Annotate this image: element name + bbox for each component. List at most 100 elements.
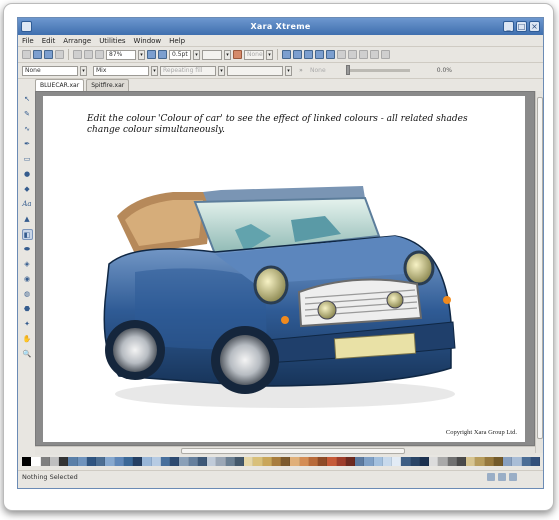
palette-swatch[interactable] — [308, 457, 318, 466]
palette-swatch[interactable] — [438, 457, 448, 466]
zoom-tool-icon[interactable] — [147, 50, 156, 59]
text-tool-icon[interactable]: Aa — [22, 199, 33, 210]
fill-type-select[interactable]: None — [22, 65, 78, 76]
title-bar[interactable]: Xara Xtreme _ □ × — [18, 18, 543, 35]
close-icon[interactable]: × — [529, 21, 540, 32]
stroke-dropdown-icon[interactable]: ▾ — [224, 49, 231, 60]
palette-swatch[interactable] — [197, 457, 207, 466]
new-icon[interactable] — [22, 50, 31, 59]
palette-swatch[interactable] — [188, 457, 198, 466]
palette-swatch[interactable] — [530, 457, 540, 466]
snap-magnet-icon[interactable] — [233, 50, 242, 59]
document-caption[interactable]: Edit the colour 'Colour of car' to see t… — [87, 114, 497, 136]
palette-swatch[interactable] — [31, 457, 41, 466]
palette-swatch[interactable] — [114, 457, 124, 466]
blend-tool-icon[interactable]: ⬬ — [22, 244, 33, 255]
tab-spitfire[interactable]: Spitfire.xar — [86, 79, 130, 91]
move-forward-icon[interactable] — [293, 50, 302, 59]
palette-swatch[interactable] — [281, 457, 291, 466]
menu-window[interactable]: Window — [134, 37, 162, 45]
palette-swatch[interactable] — [327, 457, 337, 466]
palette-swatch[interactable] — [86, 457, 96, 466]
palette-swatch[interactable] — [401, 457, 411, 466]
palette-swatch[interactable] — [68, 457, 78, 466]
minimize-icon[interactable]: _ — [503, 21, 514, 32]
palette-swatch[interactable] — [419, 457, 429, 466]
palette-swatch[interactable] — [59, 457, 69, 466]
palette-swatch[interactable] — [521, 457, 531, 466]
palette-swatch[interactable] — [105, 457, 115, 466]
open-icon[interactable] — [33, 50, 42, 59]
maximize-icon[interactable]: □ — [516, 21, 527, 32]
vertical-scroll-thumb[interactable] — [537, 97, 543, 439]
stroke-field[interactable] — [202, 49, 222, 60]
bring-to-front-icon[interactable] — [282, 50, 291, 59]
palette-swatch[interactable] — [364, 457, 374, 466]
live-effects-tool-icon[interactable]: ✦ — [22, 319, 33, 330]
vertical-scrollbar[interactable] — [535, 91, 543, 453]
palette-swatch[interactable] — [512, 457, 522, 466]
rectangle-tool-icon[interactable]: ▭ — [22, 154, 33, 165]
palette-swatch[interactable] — [234, 457, 244, 466]
palette-swatch[interactable] — [299, 457, 309, 466]
fill-type-dropdown-icon[interactable]: ▾ — [80, 65, 87, 76]
bevel-tool-icon[interactable]: ◍ — [22, 289, 33, 300]
palette-swatch[interactable] — [355, 457, 365, 466]
fill-profile-select[interactable] — [227, 65, 283, 76]
palette-swatch[interactable] — [493, 457, 503, 466]
combine-shapes-icon[interactable] — [348, 50, 357, 59]
menu-help[interactable]: Help — [169, 37, 185, 45]
palette-swatch[interactable] — [207, 457, 217, 466]
redo-icon[interactable] — [95, 50, 104, 59]
menu-utilities[interactable]: Utilities — [99, 37, 125, 45]
palette-swatch[interactable] — [133, 457, 143, 466]
move-backward-icon[interactable] — [304, 50, 313, 59]
palette-swatch[interactable] — [244, 457, 254, 466]
palette-swatch[interactable] — [271, 457, 281, 466]
transparency-arrow-icon[interactable]: » — [294, 67, 308, 74]
palette-swatch[interactable] — [410, 457, 420, 466]
palette-swatch[interactable] — [253, 457, 263, 466]
flip-vertical-icon[interactable] — [381, 50, 390, 59]
push-tool-icon[interactable]: ✋ — [22, 334, 33, 345]
palette-swatch[interactable] — [447, 457, 457, 466]
palette-swatch[interactable] — [318, 457, 328, 466]
flip-horizontal-icon[interactable] — [370, 50, 379, 59]
palette-swatch[interactable] — [142, 457, 152, 466]
grid-icon[interactable] — [498, 473, 506, 481]
horizontal-scrollbar[interactable] — [35, 446, 535, 455]
tab-bluecar[interactable]: BLUECAR.xar — [35, 79, 85, 91]
undo-icon[interactable] — [84, 50, 93, 59]
group-icon[interactable] — [326, 50, 335, 59]
transparency-slider-handle[interactable] — [346, 65, 350, 75]
ungroup-icon[interactable] — [337, 50, 346, 59]
palette-swatch[interactable] — [429, 457, 439, 466]
palette-swatch[interactable] — [77, 457, 87, 466]
object-name-field[interactable]: None — [244, 49, 264, 60]
palette-swatch[interactable] — [382, 457, 392, 466]
zoom-field[interactable]: 87% — [106, 49, 136, 60]
blend-type-select[interactable]: Mix — [93, 65, 149, 76]
shadow-tool-icon[interactable]: ◉ — [22, 274, 33, 285]
window-menu-icon[interactable] — [21, 21, 32, 32]
fill-profile-dropdown-icon[interactable]: ▾ — [285, 65, 292, 76]
palette-swatch[interactable] — [336, 457, 346, 466]
object-name-dropdown-icon[interactable]: ▾ — [266, 49, 273, 60]
quickshape-tool-icon[interactable]: ◆ — [22, 184, 33, 195]
palette-swatch[interactable] — [216, 457, 226, 466]
save-icon[interactable] — [44, 50, 53, 59]
palette-swatch[interactable] — [49, 457, 59, 466]
palette-swatch[interactable] — [225, 457, 235, 466]
palette-swatch[interactable] — [290, 457, 300, 466]
contour-tool-icon[interactable]: ◈ — [22, 259, 33, 270]
freehand-tool-icon[interactable]: ✎ — [22, 109, 33, 120]
repeating-fill-select[interactable]: Repeating fill — [160, 65, 216, 76]
palette-swatch[interactable] — [40, 457, 50, 466]
zoom-tool-icon[interactable]: 🔍 — [22, 349, 33, 360]
repeating-fill-dropdown-icon[interactable]: ▾ — [218, 65, 225, 76]
line-width-dropdown-icon[interactable]: ▾ — [193, 49, 200, 60]
pen-tool-icon[interactable]: ✒ — [22, 139, 33, 150]
palette-swatch[interactable] — [345, 457, 355, 466]
palette-swatch[interactable] — [179, 457, 189, 466]
palette-swatch[interactable] — [22, 457, 32, 466]
